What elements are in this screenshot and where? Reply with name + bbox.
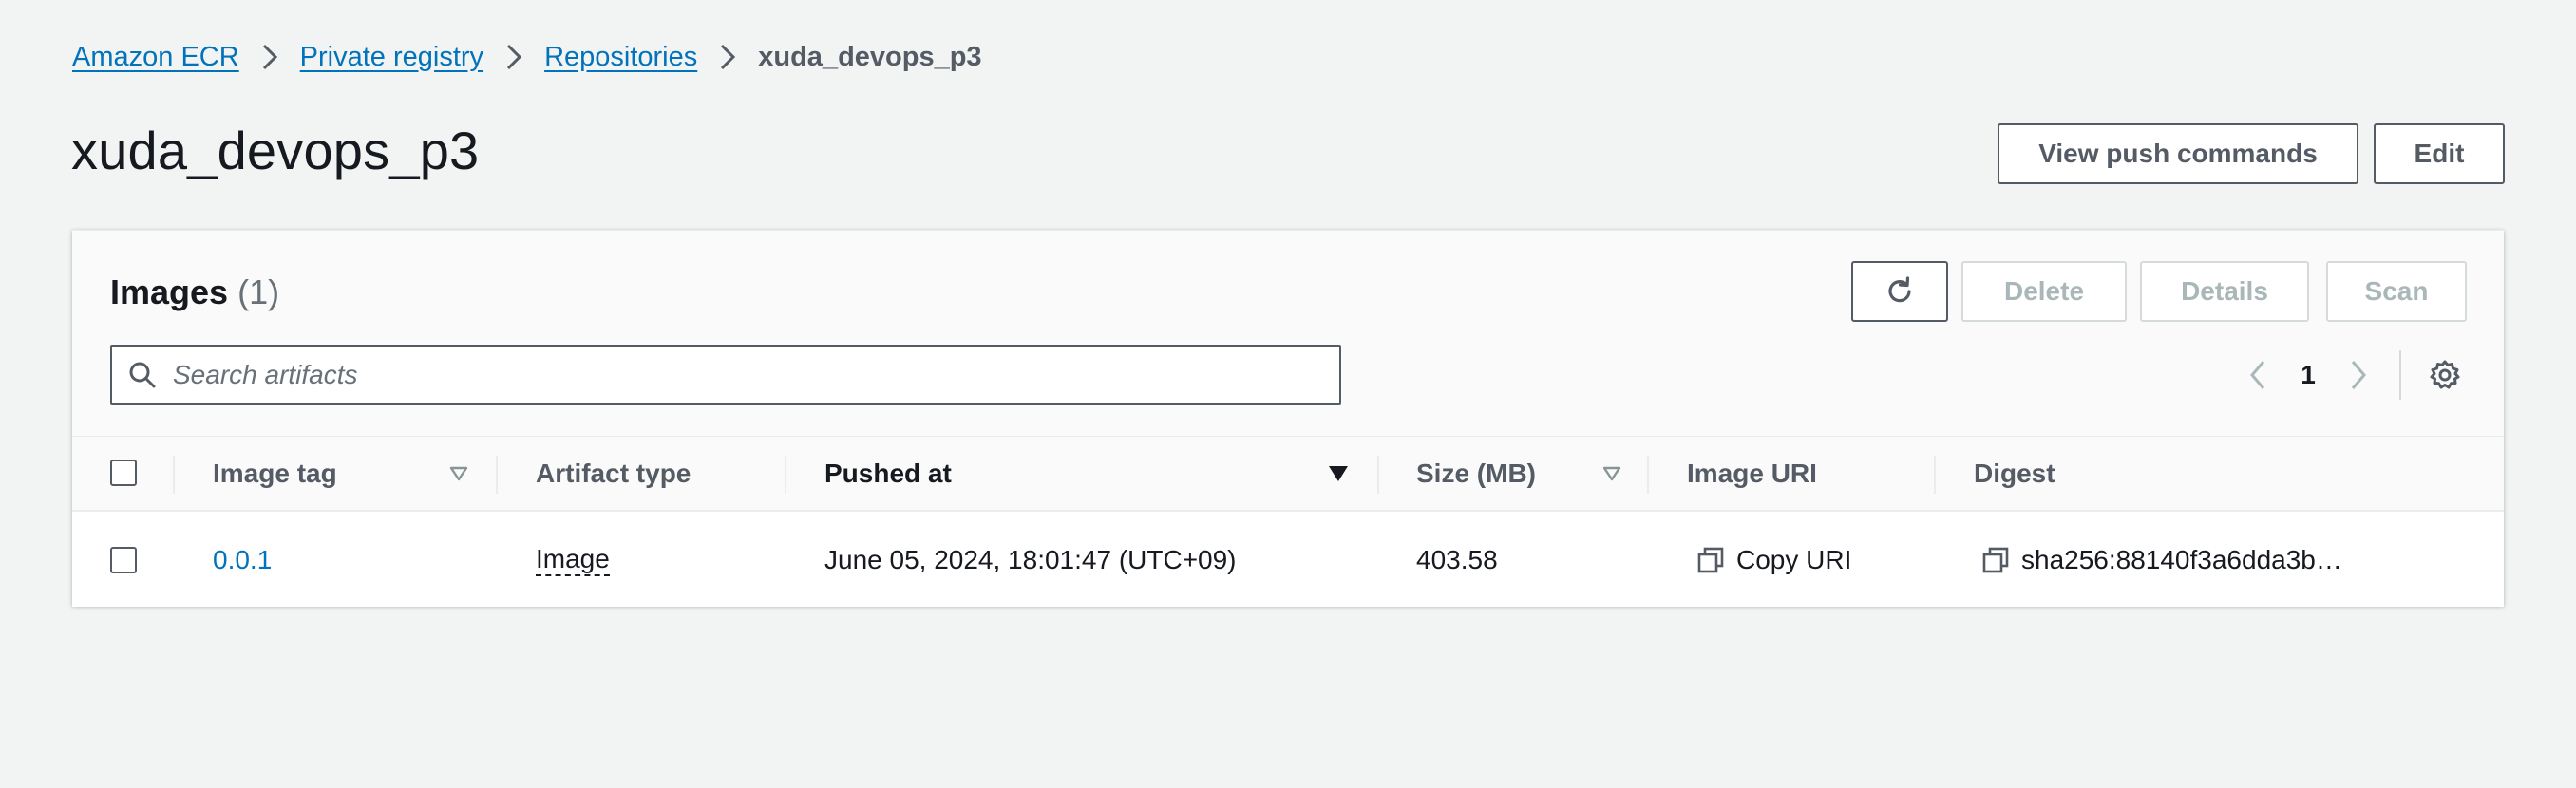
copy-icon [1982,547,2009,573]
column-divider [496,456,498,494]
column-header-image-tag[interactable]: Image tag [213,437,337,511]
copy-digest-button[interactable]: sha256:88140f3a6dda3b… [1981,545,2342,575]
breadcrumb: Amazon ECR Private registry Repositories… [72,38,982,76]
artifact-type-cell: Image [536,514,610,607]
image-uri-cell: Copy URI [1696,514,1851,607]
size-cell: 403.58 [1416,545,1498,574]
column-divider [1934,456,1936,494]
images-panel-header: Images (1) Delete Details Scan Search ar… [72,231,2504,436]
copy-uri-label: Copy URI [1736,545,1852,574]
column-header-digest[interactable]: Digest [1974,437,2055,511]
search-input[interactable] [173,348,1313,402]
table-header: Image tag Artifact type Pushed at Size (… [72,436,2504,512]
images-title-text: Images [110,272,229,311]
digest-cell: sha256:88140f3a6dda3b… [1981,514,2342,607]
column-header-artifact-type[interactable]: Artifact type [536,437,691,511]
gear-icon[interactable] [2418,348,2472,402]
scan-button[interactable]: Scan [2326,261,2467,322]
digest-value: sha256:88140f3a6dda3b… [2021,545,2342,574]
breadcrumb-repositories[interactable]: Repositories [544,42,697,73]
images-panel-title: Images (1) [110,269,279,316]
details-button[interactable]: Details [2140,261,2309,322]
chevron-right-icon[interactable] [2335,348,2382,402]
table-row: 0.0.1 Image June 05, 2024, 18:01:47 (UTC… [72,514,2504,607]
column-divider [173,456,175,494]
images-panel: Images (1) Delete Details Scan Search ar… [72,230,2504,607]
caret-down-icon[interactable] [445,437,473,511]
page-title: xuda_devops_p3 [71,121,480,180]
pagination: 1 [2234,348,2382,402]
breadcrumb-amazon-ecr[interactable]: Amazon ECR [72,42,239,73]
refresh-icon [1888,276,1911,303]
image-tag-link[interactable]: 0.0.1 [213,514,272,607]
pushed-at-cell: June 05, 2024, 18:01:47 (UTC+09) [824,545,1237,574]
select-all-checkbox[interactable] [110,460,137,486]
column-header-pushed-at[interactable]: Pushed at [824,437,952,511]
row-checkbox[interactable] [110,547,137,573]
copy-icon [1697,547,1724,573]
caret-down-icon[interactable] [1598,437,1626,511]
delete-button[interactable]: Delete [1961,261,2127,322]
chevron-right-icon [697,38,758,76]
breadcrumb-private-registry[interactable]: Private registry [300,42,483,73]
column-divider [1647,456,1649,494]
copy-uri-button[interactable]: Copy URI [1696,545,1851,575]
view-push-commands-button[interactable]: View push commands [1998,123,2358,184]
search-icon [112,347,173,403]
edit-button[interactable]: Edit [2374,123,2505,184]
caret-down-icon[interactable] [1324,437,1353,511]
artifact-type-value[interactable]: Image [536,544,610,576]
chevron-right-icon [483,38,544,76]
chevron-right-icon [239,38,300,76]
page-number[interactable]: 1 [2282,360,2335,390]
column-header-size[interactable]: Size (MB) [1416,437,1536,511]
column-divider [1377,456,1379,494]
chevron-left-icon[interactable] [2234,348,2282,402]
column-header-image-uri[interactable]: Image URI [1687,437,1817,511]
pagination-divider [2399,350,2401,400]
refresh-button[interactable] [1851,261,1948,322]
search-box [110,345,1341,405]
breadcrumb-current: xuda_devops_p3 [758,41,982,72]
images-count: (1) [237,272,280,311]
column-divider [785,456,786,494]
